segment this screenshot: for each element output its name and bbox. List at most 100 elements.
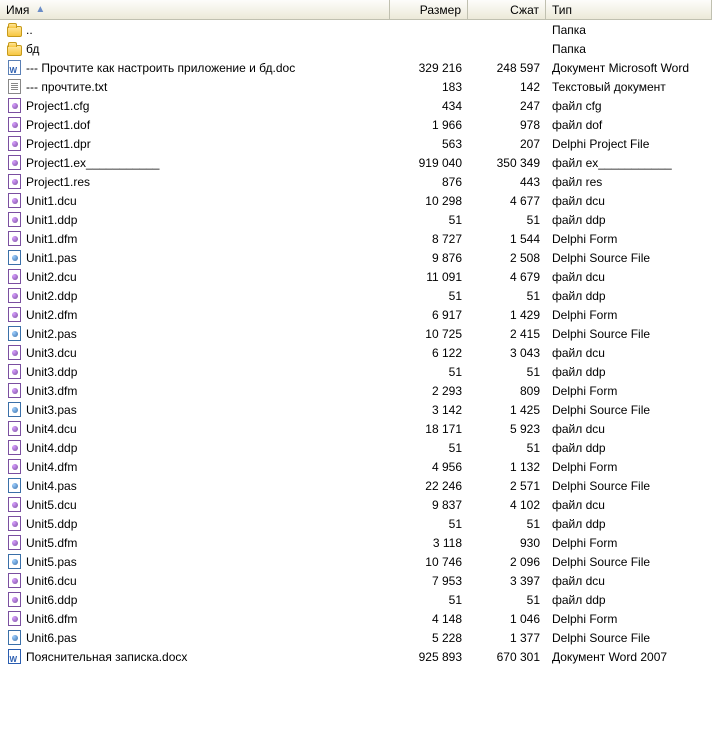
file-packed-size: 3 397 [468,574,546,588]
delphi-icon [6,155,22,171]
txt-icon [6,79,22,95]
file-name-cell: Пояснительная записка.docx [0,649,390,665]
file-type: Delphi Form [546,536,712,550]
file-name: --- прочтите.txt [26,80,107,94]
file-row[interactable]: Unit6.dcu7 9533 397файл dcu [0,571,712,590]
file-row[interactable]: --- Прочтите как настроить приложение и … [0,58,712,77]
file-packed-size: 1 046 [468,612,546,626]
file-packed-size: 2 096 [468,555,546,569]
file-row[interactable]: Unit5.ddp5151файл ddp [0,514,712,533]
delphi-icon [6,345,22,361]
column-header-packed[interactable]: Сжат [468,0,546,19]
delphi-icon [6,193,22,209]
file-row[interactable]: Unit3.dcu6 1223 043файл dcu [0,343,712,362]
file-name: Unit6.ddp [26,593,77,607]
delphi-icon [6,611,22,627]
file-size: 3 142 [390,403,468,417]
file-name-cell: Project1.dpr [0,136,390,152]
file-row[interactable]: Project1.dpr563207Delphi Project File [0,134,712,153]
file-row[interactable]: Unit5.dfm3 118930Delphi Form [0,533,712,552]
file-size: 22 246 [390,479,468,493]
file-name: Project1.cfg [26,99,89,113]
file-name: Unit4.dfm [26,460,77,474]
file-row[interactable]: Project1.res876443файл res [0,172,712,191]
file-type: Папка [546,23,712,37]
file-row[interactable]: Unit6.dfm4 1481 046Delphi Form [0,609,712,628]
file-row[interactable]: Unit5.pas10 7462 096Delphi Source File [0,552,712,571]
file-size: 10 298 [390,194,468,208]
delphi-icon [6,440,22,456]
column-header-size[interactable]: Размер [390,0,468,19]
file-row[interactable]: Unit6.ddp5151файл ddp [0,590,712,609]
file-row[interactable]: --- прочтите.txt183142Текстовый документ [0,77,712,96]
file-packed-size: 51 [468,517,546,531]
file-row[interactable]: Unit2.dfm6 9171 429Delphi Form [0,305,712,324]
file-type: Delphi Form [546,612,712,626]
file-row[interactable]: Unit4.dfm4 9561 132Delphi Form [0,457,712,476]
file-row[interactable]: Unit3.dfm2 293809Delphi Form [0,381,712,400]
file-row[interactable]: Unit4.dcu18 1715 923файл dcu [0,419,712,438]
file-row[interactable]: Unit2.dcu11 0914 679файл dcu [0,267,712,286]
file-packed-size: 2 508 [468,251,546,265]
file-size: 1 966 [390,118,468,132]
file-name-cell: Unit3.dcu [0,345,390,361]
file-row[interactable]: Unit4.ddp5151файл ddp [0,438,712,457]
file-packed-size: 670 301 [468,650,546,664]
column-header-type[interactable]: Тип [546,0,712,19]
file-packed-size: 1 377 [468,631,546,645]
pas-icon [6,402,22,418]
file-row[interactable]: Project1.dof1 966978файл dof [0,115,712,134]
file-row[interactable]: Unit3.ddp5151файл ddp [0,362,712,381]
delphi-icon [6,516,22,532]
file-row[interactable]: Пояснительная записка.docx925 893670 301… [0,647,712,666]
file-row[interactable]: Unit1.pas9 8762 508Delphi Source File [0,248,712,267]
file-name: Project1.res [26,175,90,189]
file-list: .. Папка бдПапка--- Прочтите как настроить… [0,20,712,666]
file-name-cell: Unit4.dcu [0,421,390,437]
file-type: Delphi Source File [546,555,712,569]
file-row[interactable]: Project1.cfg434247файл cfg [0,96,712,115]
file-name: .. [26,23,33,37]
file-row[interactable]: Unit5.dcu9 8374 102файл dcu [0,495,712,514]
file-row[interactable]: Unit3.pas3 1421 425Delphi Source File [0,400,712,419]
file-packed-size: 5 923 [468,422,546,436]
file-packed-size: 4 679 [468,270,546,284]
file-row[interactable]: Unit6.pas5 2281 377Delphi Source File [0,628,712,647]
file-type: Delphi Source File [546,479,712,493]
file-packed-size: 1 429 [468,308,546,322]
file-size: 434 [390,99,468,113]
file-row[interactable]: Unit1.ddp5151файл ddp [0,210,712,229]
file-packed-size: 51 [468,365,546,379]
file-packed-size: 930 [468,536,546,550]
file-row[interactable]: бдПапка [0,39,712,58]
file-type: файл dcu [546,498,712,512]
file-row[interactable]: Unit4.pas22 2462 571Delphi Source File [0,476,712,495]
file-row[interactable]: Unit1.dfm8 7271 544Delphi Form [0,229,712,248]
file-row[interactable]: .. Папка [0,20,712,39]
file-name: Unit3.ddp [26,365,77,379]
file-type: Delphi Form [546,308,712,322]
file-name-cell: Unit3.pas [0,402,390,418]
file-row[interactable]: Unit2.pas10 7252 415Delphi Source File [0,324,712,343]
file-size: 3 118 [390,536,468,550]
delphi-icon [6,288,22,304]
file-name: Unit3.dfm [26,384,77,398]
file-packed-size: 978 [468,118,546,132]
file-row[interactable]: Project1.ex___________919 040350 349файл… [0,153,712,172]
file-row[interactable]: Unit2.ddp5151файл ddp [0,286,712,305]
file-type: Delphi Source File [546,403,712,417]
file-type: файл ex___________ [546,156,712,170]
delphi-icon [6,231,22,247]
file-name-cell: Unit5.dcu [0,497,390,513]
file-type: файл ddp [546,213,712,227]
pas-icon [6,554,22,570]
column-header-name[interactable]: Имя ▲ [0,0,390,19]
file-name: Unit4.dcu [26,422,77,436]
file-name: Unit2.dfm [26,308,77,322]
file-name: Unit1.dfm [26,232,77,246]
file-type: Delphi Form [546,460,712,474]
file-name-cell: Unit3.ddp [0,364,390,380]
file-type: файл ddp [546,593,712,607]
file-name-cell: Unit1.dcu [0,193,390,209]
file-row[interactable]: Unit1.dcu10 2984 677файл dcu [0,191,712,210]
